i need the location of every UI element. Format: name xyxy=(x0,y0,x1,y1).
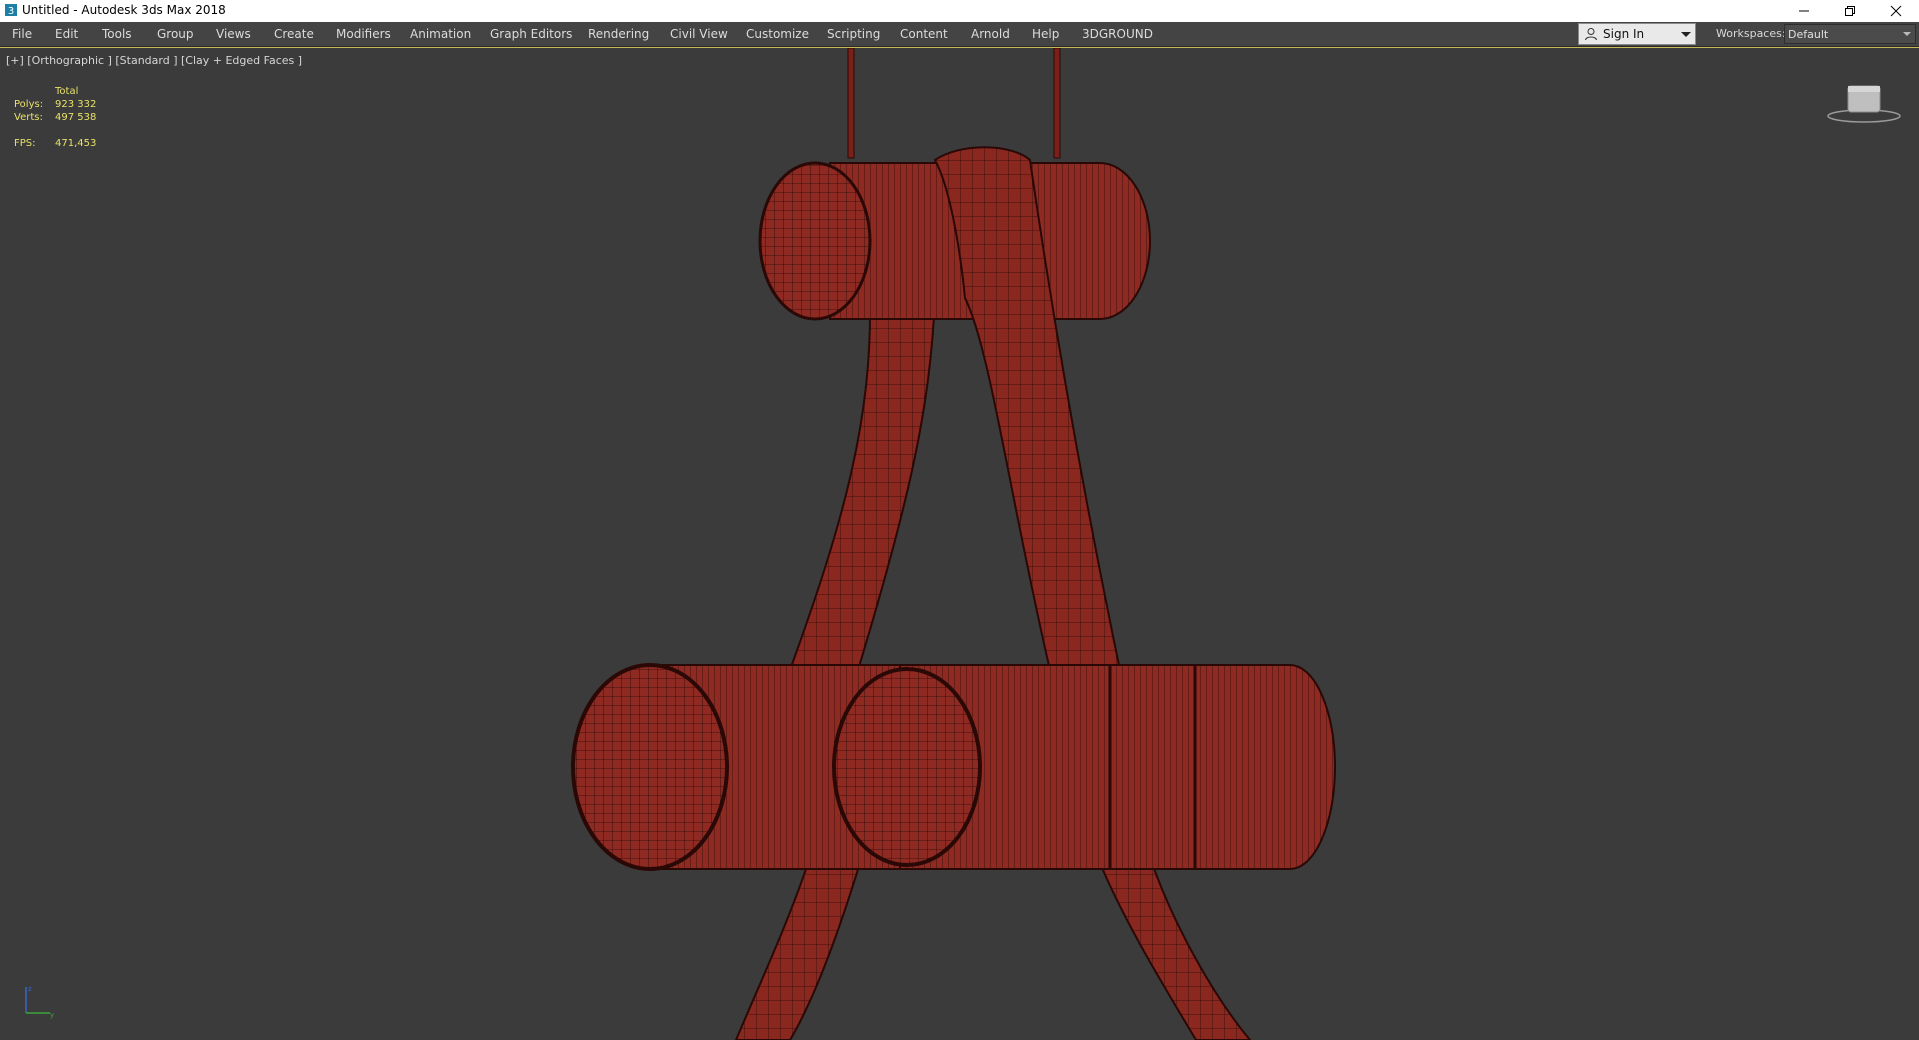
menu-animation[interactable]: Animation xyxy=(410,22,471,46)
menu-create[interactable]: Create xyxy=(274,22,314,46)
svg-text:z: z xyxy=(28,985,32,993)
menu-rendering[interactable]: Rendering xyxy=(588,22,649,46)
axis-tripod-icon: z y xyxy=(25,985,54,1019)
workspaces-label: Workspaces: xyxy=(1716,27,1786,40)
menu-customize[interactable]: Customize xyxy=(746,22,809,46)
menu-group[interactable]: Group xyxy=(157,22,194,46)
menu-arnold[interactable]: Arnold xyxy=(971,22,1010,46)
cylinder-top-cap xyxy=(758,161,872,321)
menu-tools[interactable]: Tools xyxy=(102,22,132,46)
chevron-down-icon[interactable] xyxy=(1681,32,1691,37)
restore-icon xyxy=(1845,6,1855,16)
restore-button[interactable] xyxy=(1827,0,1873,22)
viewport-perspective[interactable]: [+] [Orthographic ] [Standard ] [Clay + … xyxy=(0,47,1919,1040)
close-icon xyxy=(1890,5,1902,17)
rod-left xyxy=(847,48,855,159)
scene-model[interactable] xyxy=(0,48,1919,1040)
menu-edit[interactable]: Edit xyxy=(55,22,78,46)
menu-content[interactable]: Content xyxy=(900,22,948,46)
cylinder-bottom-left-cap xyxy=(571,663,729,871)
menu-civil-view[interactable]: Civil View xyxy=(670,22,728,46)
workspaces-dropdown[interactable]: Default xyxy=(1784,24,1916,44)
sign-in-button[interactable]: Sign In xyxy=(1578,23,1696,45)
app-icon[interactable]: 3 xyxy=(4,3,18,17)
leg-lower-left xyxy=(734,862,862,1040)
strap-upper-left xyxy=(788,297,937,671)
menu-3dground[interactable]: 3DGROUND xyxy=(1082,22,1153,46)
minimize-button[interactable] xyxy=(1781,0,1827,22)
sign-in-label: Sign In xyxy=(1603,27,1645,41)
leg-lower-right xyxy=(1098,862,1252,1040)
rod-right xyxy=(1053,48,1061,159)
svg-text:y: y xyxy=(50,1011,54,1019)
menu-help[interactable]: Help xyxy=(1032,22,1059,46)
menu-modifiers[interactable]: Modifiers xyxy=(336,22,391,46)
window-title: Untitled - Autodesk 3ds Max 2018 xyxy=(22,3,226,17)
minimize-icon xyxy=(1799,10,1809,12)
svg-text:3: 3 xyxy=(8,6,14,17)
menu-scripting[interactable]: Scripting xyxy=(827,22,880,46)
viewcube[interactable] xyxy=(1826,80,1902,126)
title-bar: 3 Untitled - Autodesk 3ds Max 2018 xyxy=(0,0,1919,23)
menu-graph-editors[interactable]: Graph Editors xyxy=(490,22,572,46)
user-icon xyxy=(1585,28,1597,41)
workspaces-value: Default xyxy=(1788,28,1829,41)
menu-views[interactable]: Views xyxy=(216,22,251,46)
menu-file[interactable]: File xyxy=(12,22,32,46)
close-button[interactable] xyxy=(1873,0,1919,22)
chevron-down-icon xyxy=(1903,32,1911,36)
cylinder-bottom-right-cap xyxy=(832,667,982,867)
